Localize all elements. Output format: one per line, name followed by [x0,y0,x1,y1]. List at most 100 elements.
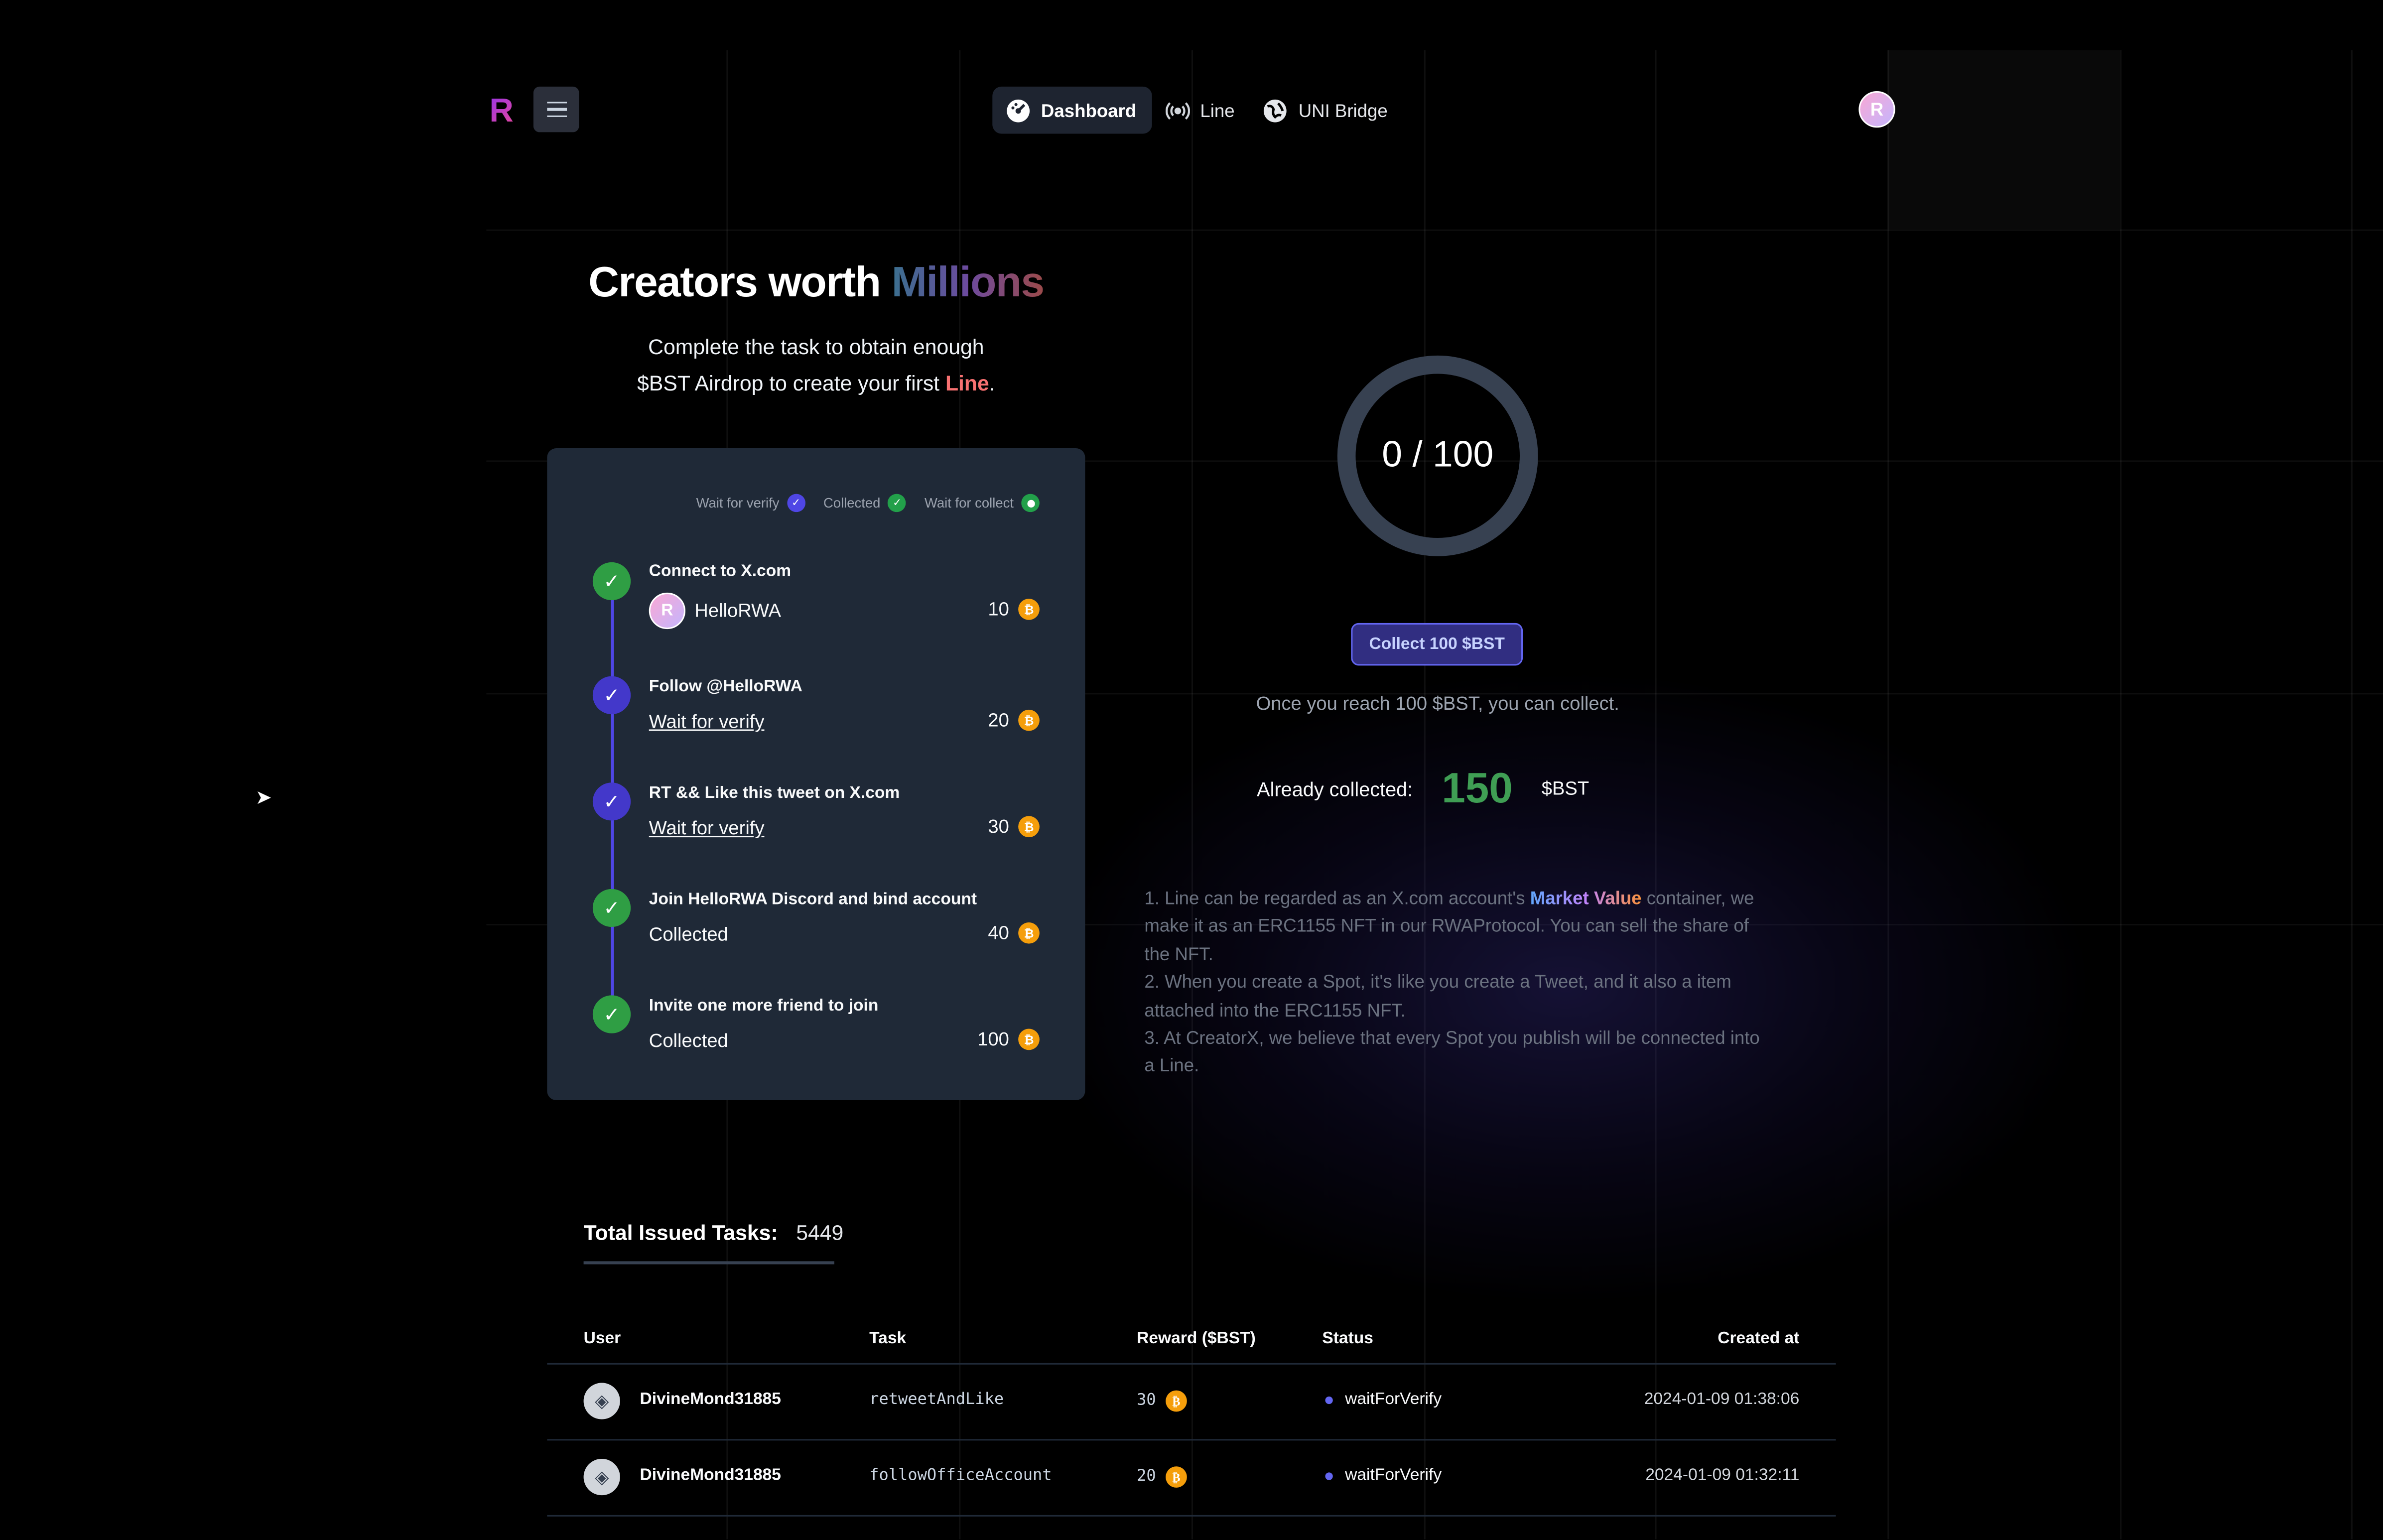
legend-collected: Collected ✓ [823,494,907,513]
collect-progress-ring: 0 / 100 [1336,354,1540,558]
hero-subtitle-line2: $BST Airdrop to create your first Line. [547,365,1085,401]
hero-subtitle-line2-suffix: . [989,371,995,395]
nav-line[interactable]: Line [1152,87,1250,134]
nav-uni-bridge[interactable]: UNI Bridge [1250,87,1403,134]
column-user[interactable]: User [584,1330,621,1348]
task-reward: 10 ₿ [988,599,1040,620]
already-collected-unit: $BST [1541,778,1589,799]
table-header: User Task Reward ($BST) Status Created a… [547,1314,1836,1365]
user-avatar: ◈ [583,1383,620,1419]
dashboard-icon [1006,98,1031,123]
tasks-table: User Task Reward ($BST) Status Created a… [547,1314,1836,1540]
info-paragraph-1: 1. Line can be regarded as an X.com acco… [1144,885,1767,968]
wait-for-verify-link[interactable]: Wait for verify [649,817,765,839]
row-task: retweetAndLike [869,1390,1004,1409]
bitcoin-icon: ₿ [1166,1466,1187,1488]
tab-underline [583,1261,834,1265]
nav-dashboard[interactable]: Dashboard [992,86,1152,134]
info-text: 1. Line can be regarded as an X.com acco… [1144,885,1767,1080]
check-icon: ✓ [592,676,631,714]
row-task: followOfficeAccount [869,1466,1052,1485]
total-issued-value: 5449 [796,1220,844,1245]
table-row[interactable]: ◈ DivineMond31885 retweetAndLike 30 ₿ wa… [547,1365,1836,1441]
already-collected: Already collected: 150 $BST [1257,765,1589,813]
legend-wait-collect-label: Wait for collect [924,495,1014,511]
bitcoin-icon: ₿ [1166,1390,1187,1412]
column-created[interactable]: Created at [1718,1330,1799,1348]
task-status: Collected [649,924,728,945]
hero-subtitle-line1: Complete the task to obtain enough [648,334,984,359]
row-user[interactable]: DivineMond31885 [640,1466,781,1485]
row-created: 2024-01-09 01:32:11 [1645,1466,1800,1485]
progress-value: 0 / 100 [1382,434,1494,476]
info-paragraph-3: 3. At CreatorX, we believe that every Sp… [1144,1027,1760,1077]
already-collected-value: 150 [1442,764,1513,812]
user-avatar: ◈ [583,1458,620,1496]
collect-note: Once you reach 100 $BST, you can collect… [1256,693,1619,714]
nav-line-label: Line [1200,99,1235,121]
task-reward: 30 ₿ [988,816,1040,838]
wait-for-verify-link[interactable]: Wait for verify [649,711,765,733]
check-icon: ✓ [592,889,631,927]
user-avatar[interactable]: R [1858,91,1895,128]
total-issued-label: Total Issued Tasks: [583,1220,778,1245]
check-icon: ✓ [592,562,631,601]
row-user[interactable]: DivineMond31885 [640,1391,781,1409]
column-task[interactable]: Task [869,1330,906,1348]
hero-subtitle-line2-prefix: $BST Airdrop to create your first [637,371,940,395]
collect-button[interactable]: Collect 100 $BST [1351,623,1523,666]
market-value-highlight: Market Value [1530,887,1642,909]
globe-icon [1264,98,1288,123]
status-legend: Wait for verify ✓ Collected ✓ Wait for c… [696,494,1040,513]
info-paragraph-2: 2. When you create a Spot, it's like you… [1144,971,1731,1021]
line-highlight: Line [945,371,989,395]
row-status: waitForVerify [1325,1391,1442,1409]
task-reward: 40 ₿ [988,922,1040,944]
info-p1-prefix: 1. Line can be regarded as an X.com acco… [1144,887,1530,909]
app-logo[interactable]: R [489,91,513,130]
bitcoin-icon: ₿ [1018,1028,1040,1050]
row-reward-value: 30 [1137,1391,1156,1410]
task-reward-value: 30 [988,816,1009,838]
menu-button[interactable] [533,86,579,132]
table-row[interactable]: ◈ DivineMond31885 followOfficeAccount 20… [547,1440,1836,1517]
legend-collected-label: Collected [823,495,881,511]
grid-line [486,229,2383,231]
row-reward-value: 20 [1137,1467,1156,1486]
hero-title: Creators worth Millions [547,258,1085,307]
hamburger-icon [546,108,566,111]
row-reward: 30 ₿ [1137,1390,1187,1412]
row-status: waitForVerify [1325,1466,1442,1485]
total-issued-tasks: Total Issued Tasks: 5449 [584,1220,844,1245]
already-collected-label: Already collected: [1257,777,1413,800]
check-icon: ✓ [592,782,631,821]
nav-uni-bridge-label: UNI Bridge [1298,99,1388,121]
task-title: Connect to X.com [649,562,792,581]
dot-icon [1021,494,1040,513]
check-icon: ✓ [592,995,631,1033]
task-title: Join HelloRWA Discord and bind account [649,890,977,909]
legend-wait-collect: Wait for collect [925,494,1040,513]
bitcoin-icon: ₿ [1018,816,1040,838]
x-account-avatar: R [649,592,686,630]
task-reward-value: 10 [988,599,1009,620]
task-reward: 20 ₿ [988,709,1040,731]
row-status-label: waitForVerify [1345,1466,1442,1485]
task-card: Wait for verify ✓ Collected ✓ Wait for c… [547,448,1085,1100]
check-icon: ✓ [888,494,907,513]
hero-title-prefix: Creators worth [588,258,881,306]
task-title: RT && Like this tweet on X.com [649,784,900,802]
x-account-name: HelloRWA [694,600,782,622]
task-reward-value: 20 [988,709,1009,731]
nav-dashboard-label: Dashboard [1041,99,1137,121]
column-reward[interactable]: Reward ($BST) [1137,1330,1256,1348]
column-status[interactable]: Status [1322,1330,1373,1348]
task-reward-value: 40 [988,922,1009,944]
bitcoin-icon: ₿ [1018,922,1040,944]
signal-icon [1165,98,1190,123]
task-status: Collected [649,1030,728,1052]
table-row[interactable] [547,1517,1836,1540]
grid-line [2120,50,2122,1540]
hero-title-highlight: Millions [891,258,1045,306]
bitcoin-icon: ₿ [1018,599,1040,620]
